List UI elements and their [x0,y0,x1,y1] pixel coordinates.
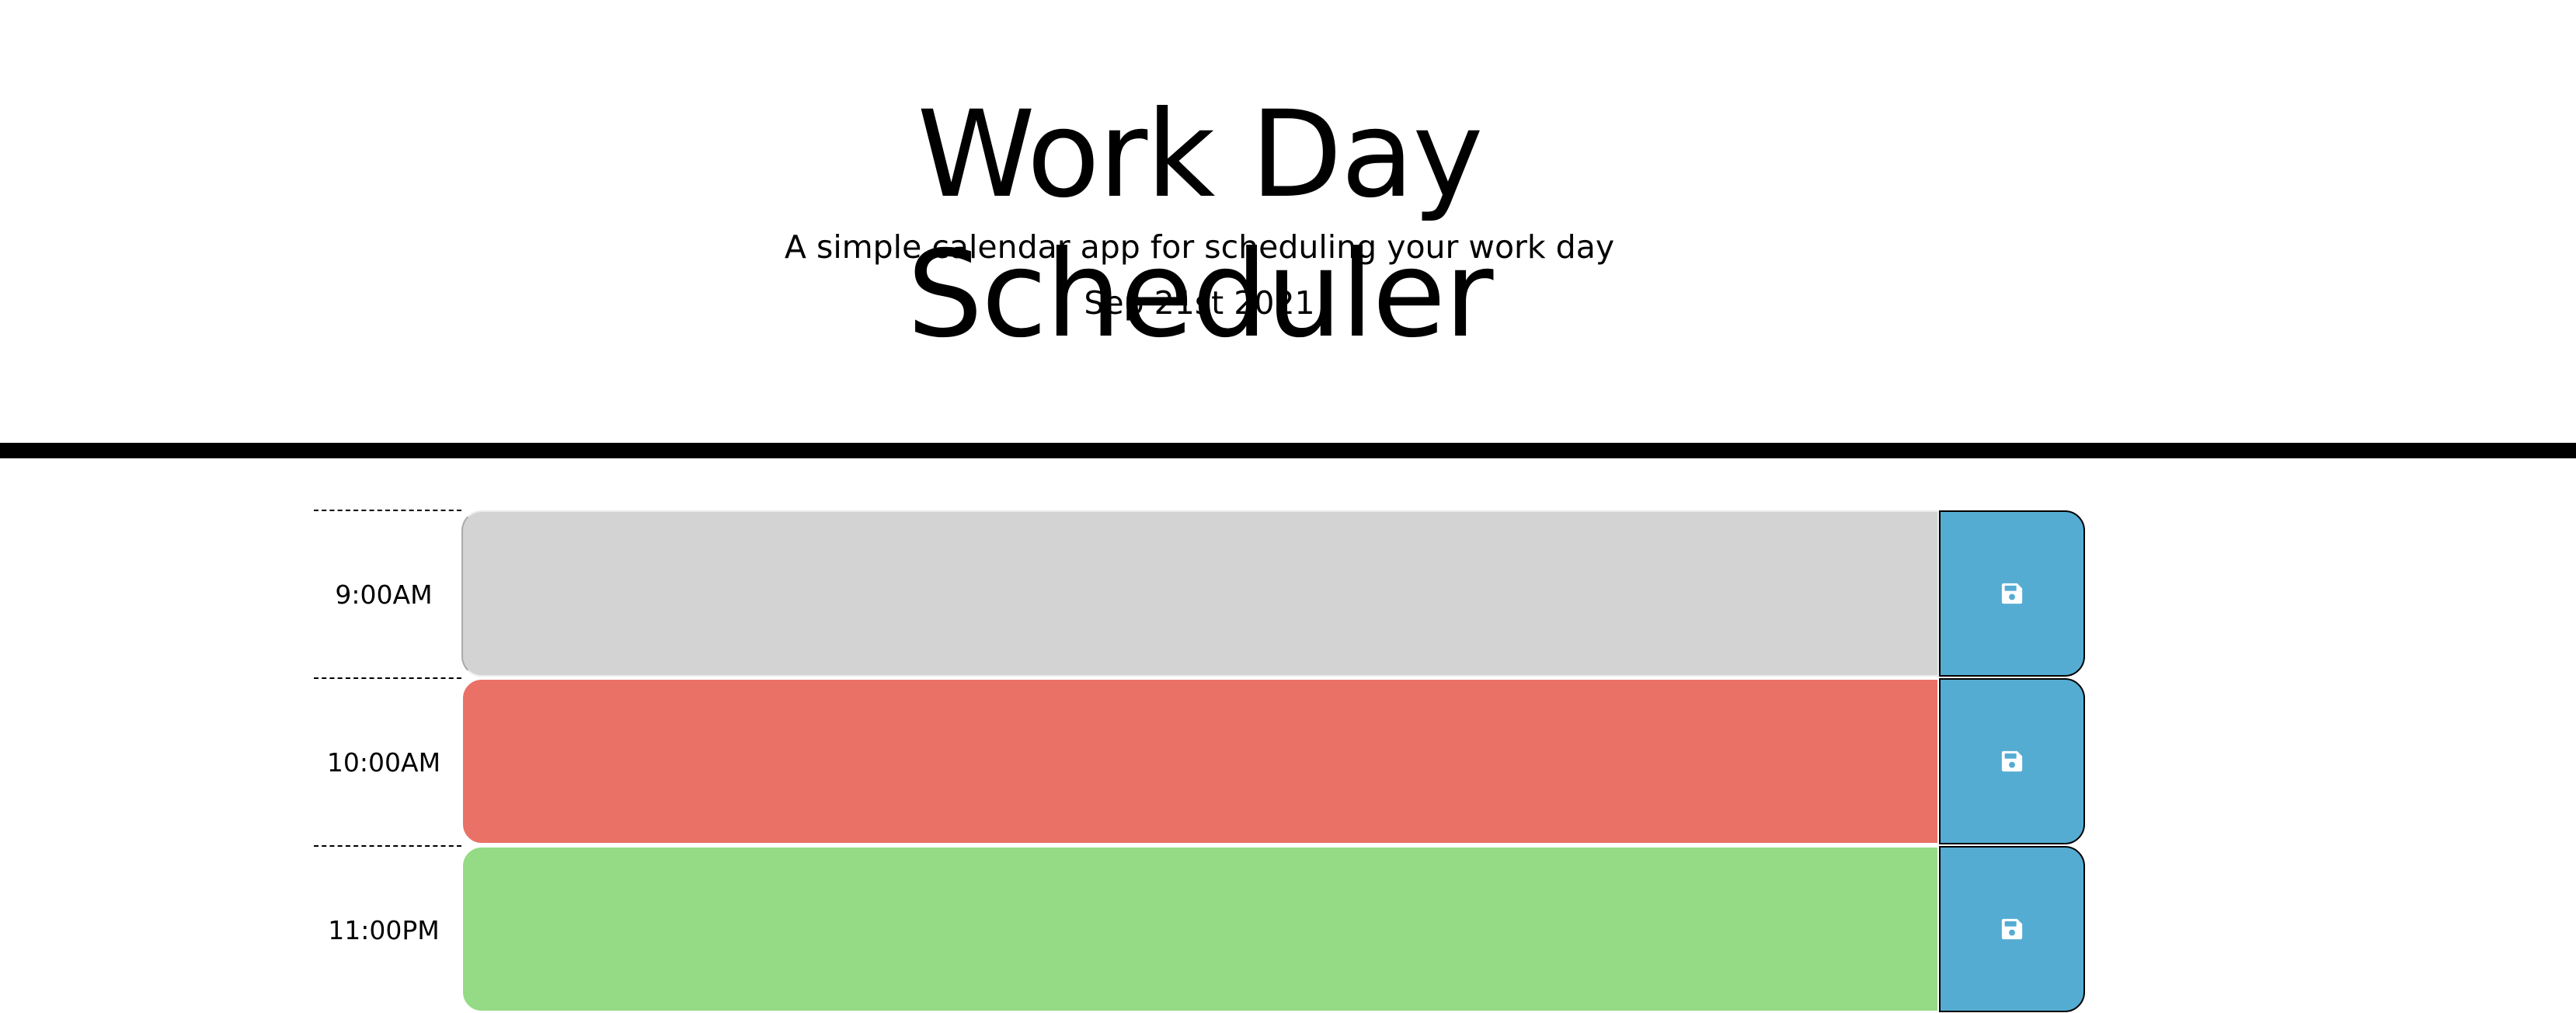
current-date: Sep 21st 2021 [1084,284,1315,322]
save-button[interactable] [1939,510,2085,677]
save-icon [2001,750,2023,772]
time-block-9am: 9:00AM [314,510,2085,677]
time-block-11pm: 11:00PM [314,845,2085,1013]
hour-label: 10:00AM [314,677,461,845]
schedule-container: 9:00AM 10:00AM 11:00PM [314,510,2085,1013]
save-icon [2001,918,2023,940]
save-button[interactable] [1939,846,2085,1012]
event-description-input[interactable] [461,510,1939,677]
event-description-input[interactable] [461,846,1939,1012]
event-description-input[interactable] [461,678,1939,844]
page-header: Work Day Scheduler A simple calendar app… [0,0,2576,458]
time-block-10am: 10:00AM [314,677,2085,845]
save-icon [2001,583,2023,604]
hour-label: 9:00AM [314,510,461,677]
page-subtitle: A simple calendar app for scheduling you… [784,228,1615,266]
hour-label: 11:00PM [314,845,461,1013]
save-button[interactable] [1939,678,2085,844]
